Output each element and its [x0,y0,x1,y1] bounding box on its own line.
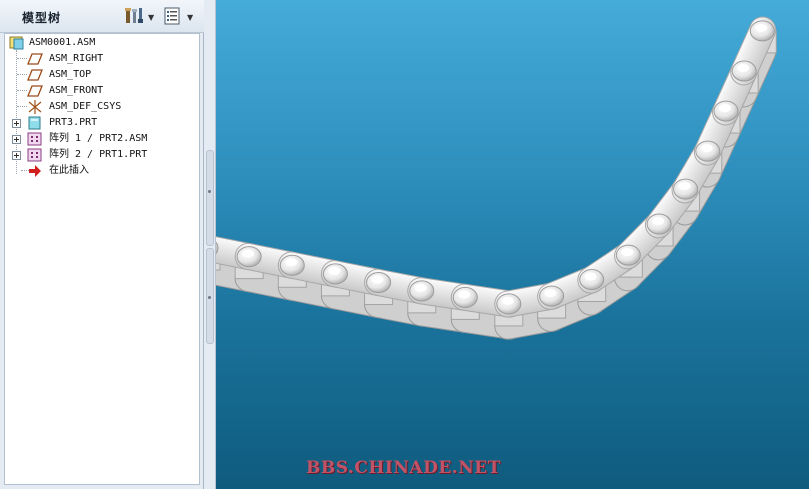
panel-title: 模型树 [22,11,62,25]
pattern-icon [27,148,42,162]
chain-links [216,16,777,340]
chain-pin-highlight [755,23,768,32]
chain-pin-highlight [458,290,471,299]
expand-icon[interactable] [12,119,21,128]
tree-item-prt3[interactable]: PRT3.PRT [5,115,195,131]
tools-icon [125,8,143,23]
insert-here-arrow-icon [29,165,41,177]
expand-icon[interactable] [12,135,21,144]
chain-pin-highlight [737,64,750,73]
chevron-down-icon: ▼ [187,13,194,22]
pattern-icon [27,132,42,146]
datum-plane-icon [27,69,43,81]
chain-pin-highlight [371,275,384,284]
chain-pin-highlight [678,182,691,191]
chain-pin-highlight [584,272,597,281]
chain-pin-highlight [285,258,298,267]
model-tree-panel: 模型树 ▼ ▼ ASM0001.ASM ASM_RIGHT ASM_TOP AS… [0,0,204,489]
splitter-dot [208,190,211,193]
tree-settings-button[interactable]: ▼ [124,6,156,28]
chain-model [216,16,777,340]
splitter-grip-upper[interactable] [206,150,214,246]
tree-item-root-assembly[interactable]: ASM0001.ASM [5,35,195,51]
assembly-icon [9,36,24,50]
chain-pin-highlight [544,289,557,298]
chain-pin-highlight [414,283,427,292]
datum-plane-icon [27,53,43,65]
list-view-icon [164,7,180,25]
tree-item-pattern-1[interactable]: 阵列 1 / PRT2.ASM [5,131,195,147]
panel-splitter[interactable] [204,0,216,489]
chain-pin-highlight [718,104,731,113]
tree-item-asm-top[interactable]: ASM_TOP [5,67,195,83]
splitter-dot [208,296,211,299]
part-icon [28,116,41,130]
tree-show-button[interactable]: ▼ [163,6,197,28]
chain-pin-highlight [652,217,665,226]
model-tree: ASM0001.ASM ASM_RIGHT ASM_TOP ASM_FRONT [4,33,200,485]
datum-plane-icon [27,85,43,97]
tree-item-insert-here[interactable]: 在此插入 [5,163,195,179]
tree-item-asm-right[interactable]: ASM_RIGHT [5,51,195,67]
tree-item-asm-def-csys[interactable]: ASM_DEF_CSYS [5,99,195,115]
chain-pin-highlight [328,266,341,275]
chain-pin-highlight [242,249,255,258]
3d-viewport[interactable] [216,0,809,489]
tree-item-asm-front[interactable]: ASM_FRONT [5,83,195,99]
tree-item-pattern-2[interactable]: 阵列 2 / PRT1.PRT [5,147,195,163]
chain-pin-highlight [700,144,713,153]
chevron-down-icon: ▼ [148,13,155,22]
chain-pin-highlight [621,248,634,257]
model-tree-header: 模型树 ▼ ▼ [0,0,204,33]
expand-icon[interactable] [12,151,21,160]
watermark-text: BBS.CHINADE.NET [306,458,501,478]
chain-pin-highlight [501,296,514,305]
coordinate-system-icon [28,100,42,114]
